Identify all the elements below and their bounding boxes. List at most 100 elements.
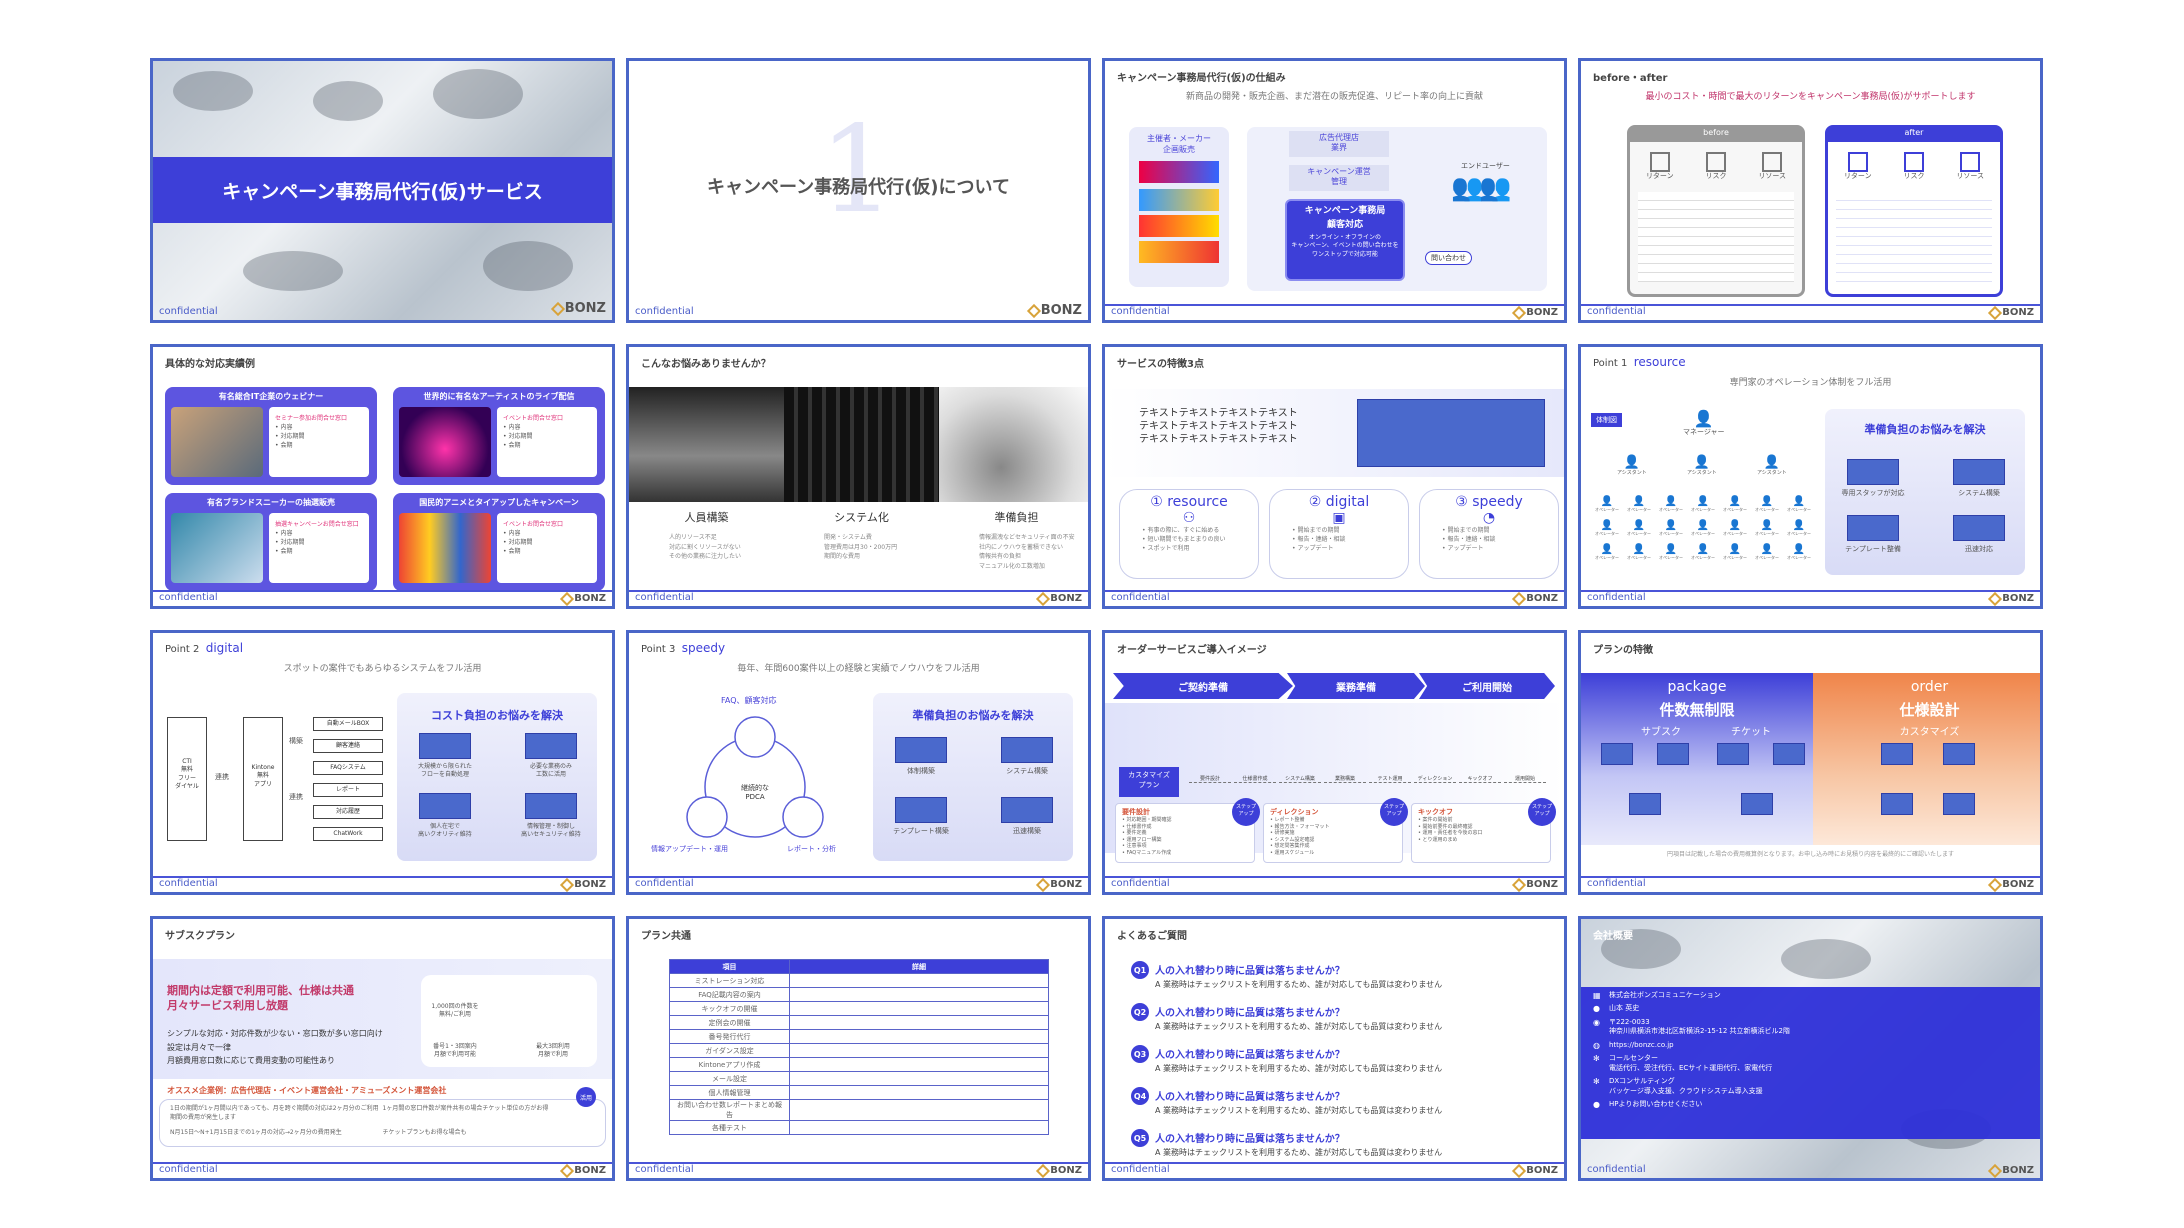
operator-label: オペレーター: [1659, 531, 1683, 536]
operator-icon: 👤: [1696, 544, 1710, 555]
faq-item[interactable]: Q4 人の入れ替わり時に品質は落ちませんか？ A 業務時はチェックリストを利用するた…: [1131, 1085, 1554, 1123]
package-label: package: [1667, 679, 1727, 695]
diamond-icon: [560, 1163, 575, 1178]
feature-line: • 報告・連絡・相談: [1442, 536, 1496, 543]
faq-item[interactable]: Q3 人の入れ替わり時に品質は落ちませんか？ A 業務時はチェックリストを利用するた…: [1131, 1043, 1554, 1081]
before-label: before: [1630, 128, 1802, 142]
operator-label: オペレーター: [1723, 531, 1747, 536]
operator-icon: 👤: [1760, 544, 1774, 555]
confidential-label: confidential: [1111, 1164, 1170, 1175]
build-label: 構築: [289, 737, 303, 745]
system-item: FAQシステム: [313, 761, 383, 775]
system-item: 対応履歴: [313, 805, 383, 819]
plan-line: 月額費用窓口数に応じて費用変動の可能性あり: [167, 1056, 335, 1066]
case-label: イベントお問合せ窓口: [503, 521, 564, 528]
slide-7-features[interactable]: サービスの特徴3点 テキストテキストテキストテキスト テキストテキストテキストテ…: [1102, 344, 1567, 609]
report-label: レポート・分析: [787, 845, 836, 853]
plan-line: シンプルな対応・対応件数が少ない・窓口数が多い窓口向け: [167, 1029, 383, 1038]
feature-card: ② digital ▣ • 開始までの期間 • 報告・連絡・相談 • アップデート: [1269, 489, 1409, 579]
operator-icon: 👤: [1728, 544, 1742, 555]
slide-5-cases[interactable]: 具体的な対応実績例 有名総合IT企業のウェビナー セミナー参加お問合せ窓口 • 内容…: [150, 344, 615, 609]
office-desc: オンライン・オフラインの キャンペーン、イベントの問い合わせを ワンストップで対…: [1291, 234, 1399, 258]
answer-text: A 業務時はチェックリストを利用するため、誰が対応しても品質は変わりません: [1155, 1022, 1443, 1031]
after-label: after: [1828, 128, 2000, 142]
faq-item[interactable]: Q1 人の入れ替わり時に品質は落ちませんか？ A 業務時はチェックリストを利用するた…: [1131, 959, 1554, 997]
company-row: ◍ https://bonzc.co.jp: [1593, 1041, 2030, 1050]
section-number: 1: [819, 101, 896, 240]
table-cell: [789, 987, 1049, 1002]
box-caption: システム構築: [1958, 489, 2000, 497]
enduser-label: エンドユーザー: [1461, 162, 1510, 170]
slide-8-point1[interactable]: Point 1 resource 専門家のオペレーション体制をフル活用 体制図 …: [1578, 344, 2043, 609]
after-notes: [1836, 191, 1992, 282]
resource-icon: [1960, 152, 1981, 172]
box-caption: テンプレート整備: [1845, 545, 1901, 553]
slide-15-faq[interactable]: よくあるご質問 Q1 人の入れ替わり時に品質は落ちませんか？ A 業務時はチェックリ…: [1102, 916, 1567, 1181]
assistant-icon: 👤: [1763, 455, 1780, 470]
person-icon: ●: [1593, 1099, 1600, 1109]
feature-card: ③ speedy ◔ • 開始までの期間 • 報告・連絡・相談 • アップデート: [1419, 489, 1559, 579]
problem-line: マニュアル化の工数増加: [979, 562, 1045, 570]
table-row: キックオフの開催: [669, 1001, 1049, 1016]
operator-label: オペレーター: [1595, 531, 1619, 536]
bonz-logo: BONZ: [560, 877, 606, 892]
diamond-icon: [1988, 1163, 2003, 1178]
bonz-logo: BONZ: [1512, 591, 1558, 606]
case-card: 有名ブランドスニーカーの抽選販売 抽選キャンペーンお問合せ窓口 • 内容 • 対応期間…: [165, 493, 377, 591]
table-cell: 個人情報管理: [669, 1085, 790, 1100]
confidential-label: confidential: [1587, 878, 1646, 889]
slide-subtitle: スポットの案件でもあらゆるシステムをフル活用: [283, 664, 482, 674]
problem-line: 社内にノウハウを蓄積できない: [979, 543, 1064, 551]
risk-icon: [1903, 152, 1924, 172]
feature-name: speedy: [1472, 494, 1523, 510]
table-row: 定例会の開催: [669, 1015, 1049, 1030]
customize-label: カスタマイズ: [1899, 727, 1960, 738]
slide-3-mechanism[interactable]: キャンペーン事務局代行(仮)の仕組み 新商品の開発・販売企画、まだ潜在の販売促進…: [1102, 58, 1567, 323]
plan-headline: 期間内は定額で利用可能、仕様は共通: [167, 984, 354, 997]
faq-item[interactable]: Q5 人の入れ替わり時に品質は落ちませんか？ A 業務時はチェックリストを利用するた…: [1131, 1127, 1554, 1165]
pin-icon: ◉: [1593, 1017, 1600, 1027]
point-name: speedy: [681, 641, 726, 655]
slide-14-common-plan[interactable]: プラン共通 項目 詳細 ミストレーション対応 FAQ記載内容の案内 キックオフの開催定…: [626, 916, 1091, 1181]
operator-label: オペレーター: [1755, 531, 1779, 536]
slide-12-plans[interactable]: プランの特徴 package 件数無制限 サブスク チケット order 仕様設…: [1578, 630, 2043, 895]
slide-16-company[interactable]: 会社概要 ▦ 株式会社ボンズコミュニケーション ● 山本 英史 ◉ 〒222-0033 神…: [1578, 916, 2043, 1181]
company-row-text: https://bonzc.co.jp: [1609, 1040, 1674, 1049]
faq-item[interactable]: Q2 人の入れ替わり時に品質は落ちませんか？ A 業務時はチェックリストを利用するた…: [1131, 1001, 1554, 1039]
slide-4-before-after[interactable]: before・after 最小のコスト・時間で最大のリターンをキャンペーン事務局…: [1578, 58, 2043, 323]
bonz-logo: BONZ: [1988, 305, 2034, 320]
link-label: 連携: [215, 773, 229, 781]
case-item: • 会期: [275, 548, 293, 555]
box-caption: 迅速対応: [1965, 545, 1993, 553]
case-label: セミナー参加お問合せ窓口: [275, 415, 348, 422]
case-item: • 対応期間: [275, 539, 305, 546]
slide-1-cover[interactable]: キャンペーン事務局代行(仮)サービス confidential BONZ: [150, 58, 615, 323]
feature-icon: ◔: [1482, 510, 1496, 526]
company-row: ● HPよりお問い合わせください: [1593, 1100, 2030, 1109]
note-text: N月15日〜N+1月15日までの1ヶ月の対応→2ヶ月分の費用発生: [170, 1128, 342, 1136]
table-row: 番号発行代行: [669, 1029, 1049, 1044]
bonz-logo: BONZ: [1036, 591, 1082, 606]
campaign-thumbnail: [1139, 189, 1219, 211]
question-number: Q4: [1131, 1087, 1149, 1105]
slide-10-point3[interactable]: Point 3 speedy 毎年、年間600案件以上の経験と実績でノウハウをフ…: [626, 630, 1091, 895]
note-text: チケットプランもお得な場合も: [382, 1128, 467, 1136]
cti-box: CTI 無料 フリー ダイヤル: [167, 717, 207, 841]
company-row: ✻ DXコンサルティング バッケージ導入支援、クラウドシステム導入支援: [1593, 1077, 2030, 1096]
feature-number: ②: [1308, 494, 1326, 510]
slide-2-section[interactable]: 1 キャンペーン事務局代行(仮)について confidential BONZ: [626, 58, 1091, 323]
diamond-icon: [1512, 877, 1527, 892]
table-header: 詳細: [789, 959, 1049, 974]
slide-9-point2[interactable]: Point 2 digital スポットの案件でもあらゆるシステムをフル活用 C…: [150, 630, 615, 895]
kintone-box: Kintone 無料 アプリ: [243, 717, 283, 841]
slide-title: before・after: [1593, 73, 1668, 84]
table-cell: Kintoneアプリ作成: [669, 1057, 790, 1072]
slide-11-order-flow[interactable]: オーダーサービスご導入イメージ ご契約準備 業務準備 ご利用開始 カスタマイズ …: [1102, 630, 1567, 895]
slide-6-problems[interactable]: こんなお悩みありませんか？ 人員構築 人的リソース不足 対応に割くリソースがない その…: [626, 344, 1091, 609]
table-cell: 番号発行代行: [669, 1029, 790, 1044]
slide-title: サービスの特徴3点: [1117, 359, 1204, 370]
case-title: 有名ブランドスニーカーの抽選販売: [207, 498, 335, 507]
slide-13-subscription[interactable]: サブスクプラン 期間内は定額で利用可能、仕様は共通 月々サービス利用し放題 シン…: [150, 916, 615, 1181]
box-caption: 体制構築: [907, 767, 935, 775]
agency-box: 広告代理店 業界: [1289, 131, 1389, 157]
